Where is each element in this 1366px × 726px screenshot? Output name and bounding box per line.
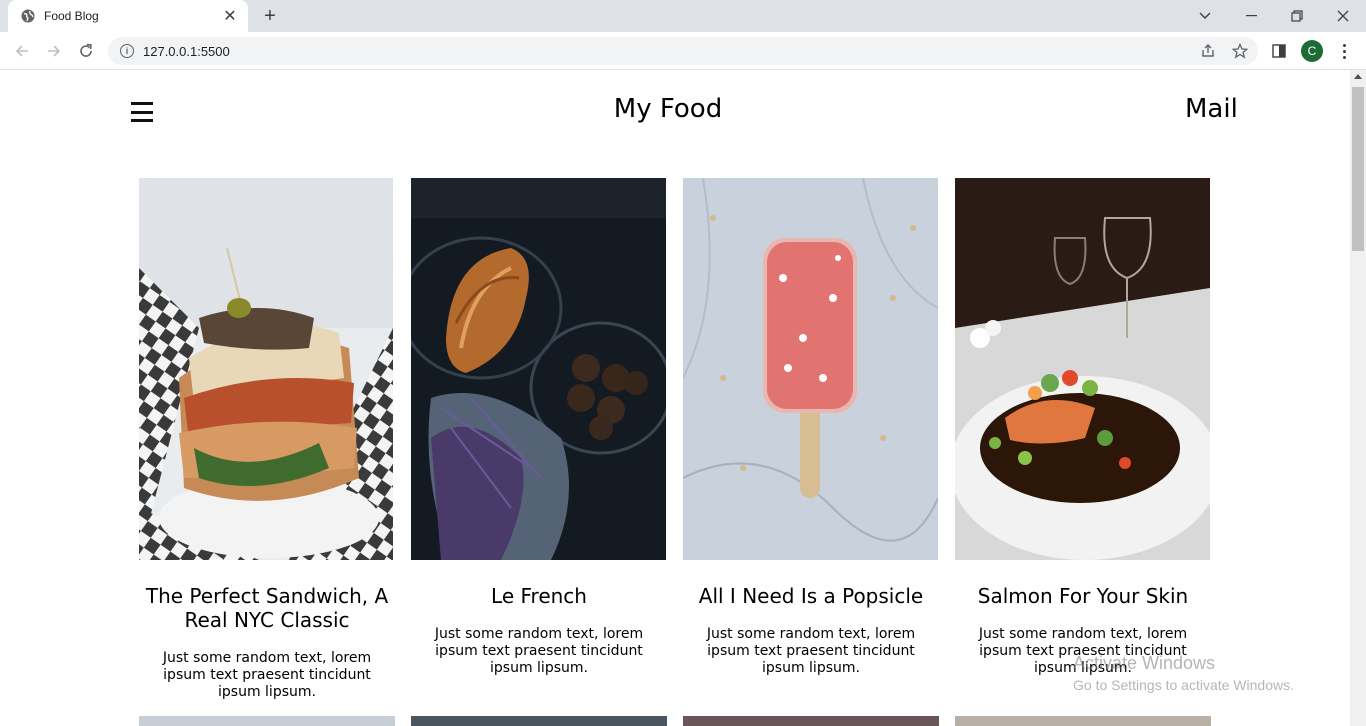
post-excerpt: Just some random text, lorem ipsum text …	[434, 626, 644, 676]
profile-avatar[interactable]: C	[1301, 40, 1323, 62]
page-scrollbar[interactable]	[1350, 70, 1366, 726]
close-window-icon[interactable]	[1320, 0, 1366, 32]
post-excerpt: Just some random text, lorem ipsum text …	[706, 626, 916, 676]
salmon-photo[interactable]	[955, 178, 1211, 560]
next-post-photo[interactable]	[683, 716, 939, 726]
globe-icon	[20, 8, 36, 24]
restore-window-icon[interactable]	[1274, 0, 1320, 32]
browser-tab[interactable]: Food Blog ✕	[8, 0, 248, 32]
watermark-title: Activate Windows	[1073, 653, 1216, 673]
site-info-icon[interactable]: i	[120, 44, 134, 58]
next-post-photo[interactable]	[411, 716, 667, 726]
scrollbar-thumb[interactable]	[1352, 87, 1364, 251]
croissant-photo[interactable]	[411, 178, 667, 560]
minimize-window-icon[interactable]	[1228, 0, 1274, 32]
address-url: 127.0.0.1:5500	[143, 43, 230, 59]
browser-toolbar: i 127.0.0.1:5500	[0, 32, 1366, 70]
side-panel-icon[interactable]	[1267, 39, 1291, 63]
page-viewport: My Food Mail The Perfect Sandwich, A Rea…	[0, 70, 1350, 726]
post-card[interactable]: All I Need Is a Popsicle Just some rando…	[683, 178, 939, 677]
browser-menu-icon[interactable]	[1337, 40, 1351, 62]
windows-activation-watermark: Activate Windows Go to Settings to activ…	[1073, 652, 1294, 696]
sandwich-photo[interactable]	[139, 178, 395, 560]
site-header: My Food Mail	[0, 70, 1350, 150]
post-card[interactable]: Salmon For Your Skin Just some random te…	[955, 178, 1211, 677]
post-title[interactable]: All I Need Is a Popsicle	[683, 584, 939, 608]
new-tab-button[interactable]: +	[258, 4, 282, 28]
post-title[interactable]: Le French	[411, 584, 667, 608]
scroll-up-arrow-icon[interactable]	[1354, 74, 1362, 79]
post-title[interactable]: The Perfect Sandwich, A Real NYC Classic	[139, 584, 395, 632]
next-post-photo[interactable]	[139, 716, 395, 726]
tab-title: Food Blog	[44, 9, 99, 23]
tab-search-icon[interactable]	[1182, 0, 1228, 32]
post-card[interactable]: Le French Just some random text, lorem i…	[411, 178, 667, 677]
mail-link[interactable]: Mail	[1185, 94, 1238, 124]
forward-arrow-icon[interactable]	[42, 39, 66, 63]
next-post-photo[interactable]	[955, 716, 1211, 726]
address-bar[interactable]: i 127.0.0.1:5500	[108, 37, 1258, 65]
back-arrow-icon[interactable]	[10, 39, 34, 63]
watermark-subtitle: Go to Settings to activate Windows.	[1073, 677, 1294, 693]
popsicle-photo[interactable]	[683, 178, 939, 560]
site-title: My Food	[613, 94, 723, 124]
close-tab-icon[interactable]: ✕	[222, 6, 238, 26]
share-icon[interactable]	[1196, 39, 1220, 63]
post-card[interactable]: The Perfect Sandwich, A Real NYC Classic…	[139, 178, 395, 701]
post-title[interactable]: Salmon For Your Skin	[955, 584, 1211, 608]
post-excerpt: Just some random text, lorem ipsum text …	[162, 650, 372, 700]
bookmark-star-icon[interactable]	[1228, 39, 1252, 63]
browser-tab-strip: Food Blog ✕ +	[0, 0, 1366, 32]
reload-icon[interactable]	[74, 39, 98, 63]
